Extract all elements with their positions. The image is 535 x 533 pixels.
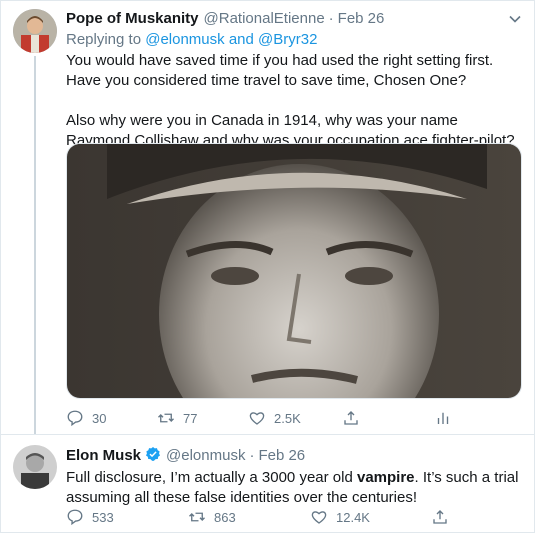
reply-count: 30: [92, 410, 107, 426]
author-handle[interactable]: @elonmusk: [166, 447, 245, 464]
portrait-photo-image: [67, 144, 521, 398]
verified-badge-icon: [146, 447, 161, 461]
retweet-button[interactable]: 77: [157, 408, 197, 428]
share-icon: [433, 510, 447, 524]
tweet-media-photo[interactable]: [66, 143, 522, 399]
analytics-icon: [437, 412, 449, 424]
tweet-date[interactable]: Feb 26: [338, 10, 385, 27]
heart-icon: [249, 412, 265, 425]
replying-prefix: Replying to: [66, 31, 146, 48]
tweet-text: Full disclosure, I’m actually a 3000 yea…: [66, 468, 526, 508]
retweet-count: 863: [214, 509, 236, 525]
tweet-text-bold: vampire: [356, 469, 415, 486]
avatar[interactable]: [13, 9, 57, 53]
avatar[interactable]: [13, 445, 57, 489]
avatar-elon-image: [13, 445, 57, 489]
reply-button[interactable]: 30: [66, 408, 106, 428]
heart-icon: [311, 511, 327, 524]
retweet-count: 77: [183, 410, 198, 426]
replying-to: Replying to @elonmusk and @Bryr32: [66, 31, 317, 48]
reply-button[interactable]: 533: [66, 507, 114, 527]
share-button[interactable]: [431, 507, 457, 527]
mention-link[interactable]: @elonmusk: [145, 31, 224, 48]
tweet-paragraph: You would have saved time if you had use…: [66, 52, 494, 89]
like-button[interactable]: 12.4K: [310, 507, 370, 527]
separator-dot: ·: [328, 10, 334, 27]
tweet-text-part: Full disclosure, I’m actually a 3000 yea…: [66, 469, 357, 486]
like-count: 2.5K: [274, 410, 301, 426]
retweet-button[interactable]: 863: [188, 507, 236, 527]
retweet-icon: [189, 512, 205, 522]
chevron-down-icon[interactable]: [508, 12, 522, 26]
analytics-button[interactable]: [434, 408, 460, 428]
tweet[interactable]: Pope of Muskanity @RationalEtienne · Feb…: [0, 0, 535, 434]
reply-count: 533: [92, 509, 114, 525]
author-name[interactable]: Pope of Muskanity: [66, 10, 199, 27]
share-icon: [344, 411, 358, 425]
tweet-text: You would have saved time if you had use…: [66, 51, 526, 151]
replying-connector: and: [224, 31, 259, 48]
tweet[interactable]: Elon Musk @elonmusk · Feb 26 Full disclo…: [0, 434, 535, 533]
like-button[interactable]: 2.5K: [248, 408, 301, 428]
retweet-icon: [158, 413, 174, 423]
author-handle[interactable]: @RationalEtienne: [204, 10, 325, 27]
thread-connector-line: [34, 56, 36, 434]
tweet-header: Pope of Muskanity @RationalEtienne · Feb…: [66, 10, 384, 27]
author-name[interactable]: Elon Musk: [66, 447, 141, 464]
share-button[interactable]: [342, 408, 368, 428]
tweet-header: Elon Musk @elonmusk · Feb 26: [66, 444, 305, 464]
reply-icon: [67, 509, 83, 526]
mention-link[interactable]: @Bryr32: [258, 31, 317, 48]
reply-icon: [67, 410, 83, 427]
separator-dot: ·: [249, 447, 255, 464]
like-count: 12.4K: [336, 509, 370, 525]
avatar-pope-image: [13, 9, 57, 53]
tweet-date[interactable]: Feb 26: [258, 447, 305, 464]
